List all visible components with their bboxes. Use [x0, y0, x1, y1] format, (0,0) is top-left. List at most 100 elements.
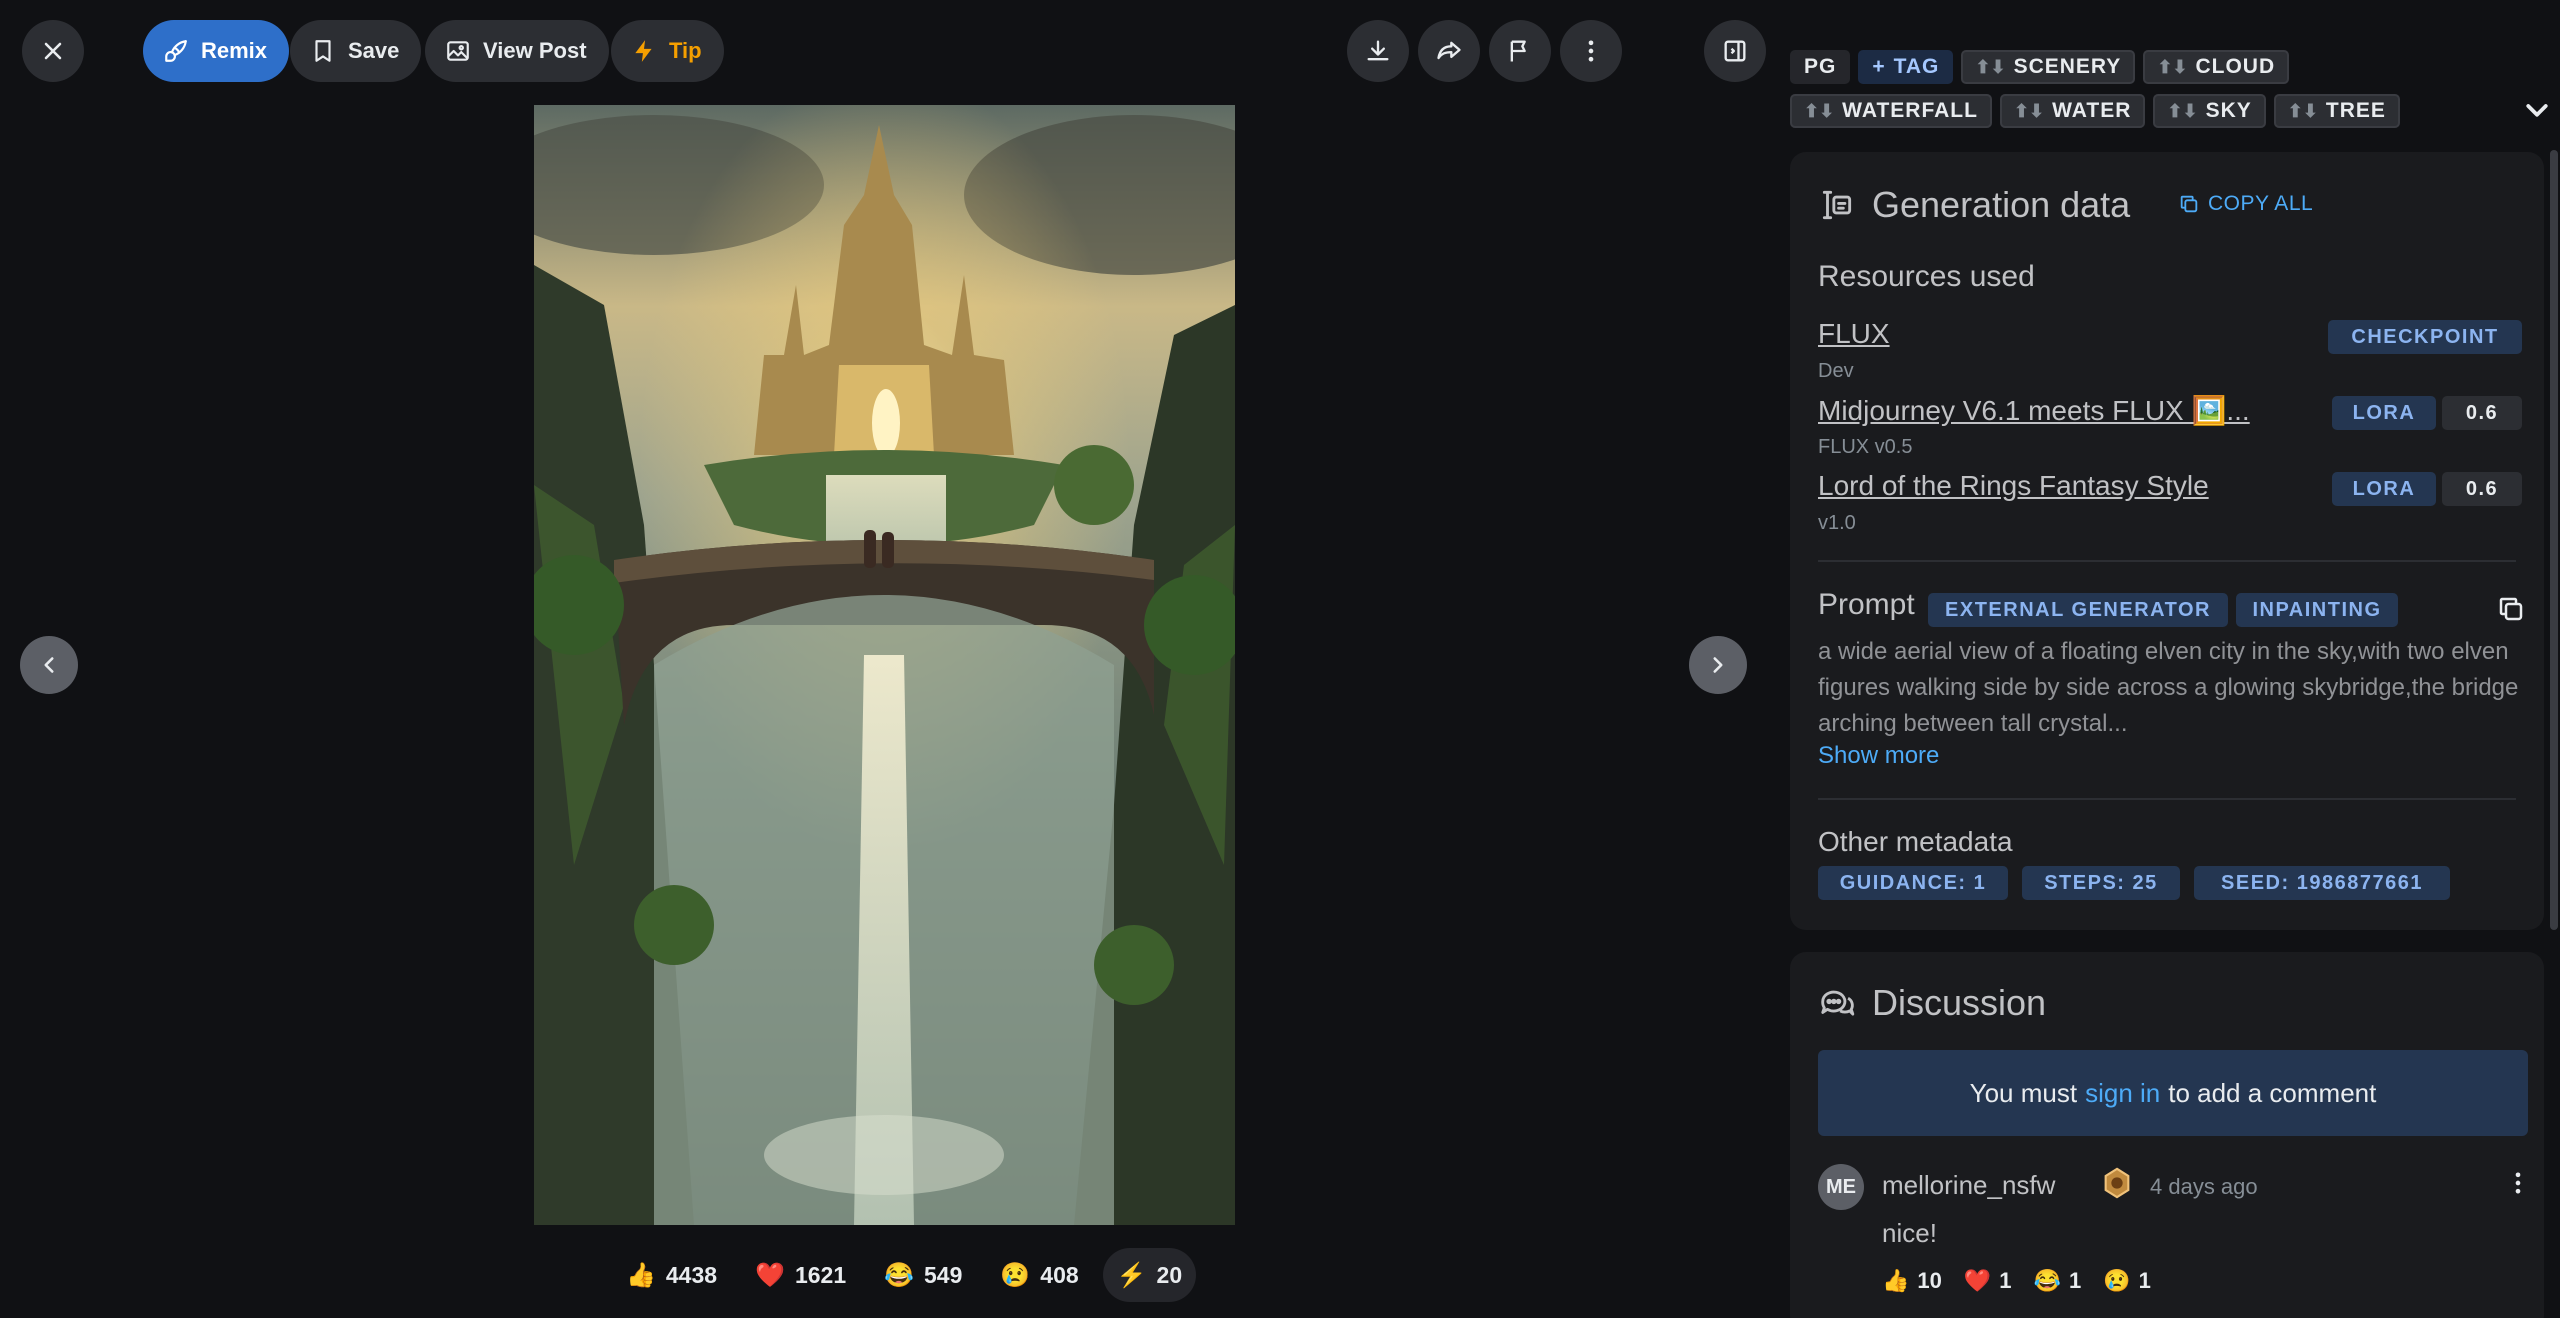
avatar[interactable]: ME — [1818, 1164, 1864, 1210]
divider — [1818, 560, 2516, 562]
plus-icon: + — [1872, 55, 1886, 78]
previous-image-button[interactable] — [20, 636, 78, 694]
resource-link[interactable]: FLUX — [1818, 318, 1890, 350]
flag-icon — [1510, 40, 1526, 62]
reaction-count: 10 — [1917, 1268, 1942, 1293]
resource-version: v1.0 — [1818, 512, 1856, 534]
vote-arrows-icon[interactable]: ⬆⬇ — [2288, 101, 2318, 122]
heart-icon: ❤️ — [755, 1261, 785, 1289]
vote-arrows-icon[interactable]: ⬆⬇ — [1804, 101, 1834, 122]
tag-label: TREE — [2325, 99, 2386, 122]
comment-reaction-like[interactable]: 👍 10 — [1882, 1268, 1942, 1294]
reaction-count: 1621 — [794, 1261, 847, 1288]
tag-chip[interactable]: ⬆⬇ SCENERY — [1961, 50, 2136, 84]
tag-label: CLOUD — [2195, 55, 2276, 78]
reaction-like[interactable]: 👍 4438 — [612, 1248, 731, 1302]
vote-arrows-icon[interactable]: ⬆⬇ — [1975, 57, 2005, 78]
comment-username[interactable]: mellorine_nsfw — [1882, 1170, 2055, 1201]
comment-reaction-heart[interactable]: ❤️ 1 — [1964, 1268, 2012, 1294]
resource-link[interactable]: Midjourney V6.1 meets FLUX 🖼️... — [1818, 394, 2250, 427]
prompt-heading: Prompt — [1818, 588, 1915, 621]
panel-scrollbar[interactable] — [2550, 150, 2558, 930]
sidebar-collapse-icon — [1724, 40, 1746, 62]
prompt-source-badge: EXTERNAL GENERATOR — [1928, 593, 2228, 627]
resource-type-badge: LORA — [2332, 396, 2436, 430]
prompt-type-badge: INPAINTING — [2236, 593, 2398, 627]
comment-reaction-laugh[interactable]: 😂 1 — [2034, 1268, 2082, 1294]
badge-icon — [2104, 1167, 2130, 1199]
reaction-count: 408 — [1040, 1261, 1079, 1288]
reaction-count: 1 — [1999, 1268, 2012, 1293]
thumbs-up-icon: 👍 — [626, 1261, 656, 1289]
divider — [1818, 798, 2516, 800]
share-button[interactable] — [1418, 20, 1480, 82]
metadata-badge: GUIDANCE: 1 — [1818, 866, 2008, 900]
bolt-icon: ⚡ — [1116, 1261, 1147, 1289]
vote-arrows-icon[interactable]: ⬆⬇ — [2014, 101, 2044, 122]
remix-button[interactable]: Remix — [143, 20, 290, 82]
other-metadata-heading: Other metadata — [1818, 826, 2013, 857]
tag-chip[interactable]: ⬆⬇ SKY — [2153, 94, 2266, 128]
more-options-button[interactable] — [1560, 20, 1622, 82]
copy-icon[interactable] — [2496, 594, 2526, 624]
tag-label: WATER — [2052, 99, 2132, 122]
bookmark-icon — [315, 40, 331, 62]
comment-reactions: 👍 10 ❤️ 1 😂 1 😢 1 — [1882, 1268, 2151, 1294]
copy-all-button[interactable]: COPY ALL — [2178, 192, 2313, 216]
share-icon — [1437, 41, 1461, 60]
tag-label: SCENERY — [2013, 55, 2122, 78]
next-image-button[interactable] — [1689, 636, 1747, 694]
thumbs-up-icon: 👍 — [1882, 1268, 1910, 1293]
reaction-heart[interactable]: ❤️ 1621 — [741, 1248, 860, 1302]
resources-heading: Resources used — [1818, 260, 2035, 293]
image-viewer: Remix Save View Post Tip 👍 4438 ❤️ 1621 … — [0, 0, 1770, 1318]
photo-icon — [447, 41, 469, 61]
dots-vertical-icon[interactable] — [2504, 1166, 2532, 1200]
tag-chip[interactable]: ⬆⬇ WATER — [1999, 94, 2146, 128]
comment-reaction-cry[interactable]: 😢 1 — [2103, 1268, 2151, 1294]
vote-arrows-icon[interactable]: ⬆⬇ — [2167, 101, 2197, 122]
close-button[interactable] — [22, 20, 84, 82]
resource-link[interactable]: Lord of the Rings Fantasy Style — [1818, 470, 2209, 502]
brush-icon — [165, 40, 187, 62]
comment-timestamp: 4 days ago — [2150, 1174, 2258, 1199]
resource-type-badge: LORA — [2332, 472, 2436, 506]
discussion-title: Discussion — [1818, 982, 2046, 1024]
chat-icon — [1821, 990, 1855, 1016]
chevron-left-icon — [44, 657, 54, 673]
reaction-buzz[interactable]: ⚡ 20 — [1102, 1248, 1197, 1302]
heart-icon: ❤️ — [1963, 1268, 1992, 1293]
tip-button[interactable]: Tip — [611, 20, 724, 82]
reaction-count: 1 — [2138, 1268, 2151, 1293]
vote-arrows-icon[interactable]: ⬆⬇ — [2157, 57, 2187, 78]
toggle-sidebar-button[interactable] — [1704, 20, 1766, 82]
copy-all-label: COPY ALL — [2208, 192, 2314, 215]
cry-icon: 😢 — [1000, 1261, 1031, 1289]
resource-type-badge: CHECKPOINT — [2328, 320, 2522, 354]
tag-chip[interactable]: ⬆⬇ CLOUD — [2143, 50, 2290, 84]
laugh-icon: 😂 — [884, 1261, 915, 1289]
dots-vertical-icon — [1588, 40, 1594, 62]
comment-body: nice! — [1882, 1218, 1937, 1248]
reaction-laugh[interactable]: 😂 549 — [870, 1248, 976, 1302]
signin-prompt: You must sign in to add a comment — [1818, 1050, 2528, 1136]
rating-badge: PG — [1790, 50, 1851, 84]
resource-weight-badge: 0.6 — [2442, 472, 2522, 506]
copy-icon — [2180, 195, 2198, 213]
report-button[interactable] — [1489, 20, 1551, 82]
prompt-text: a wide aerial view of a floating elven c… — [1818, 638, 2519, 737]
view-post-button[interactable]: View Post — [425, 20, 609, 82]
signin-prefix: You must — [1969, 1077, 2078, 1108]
tag-chip[interactable]: ⬆⬇ TREE — [2273, 94, 2400, 128]
save-button[interactable]: Save — [290, 20, 422, 82]
show-more-link[interactable]: Show more — [1818, 742, 1939, 770]
reaction-count: 549 — [924, 1261, 963, 1288]
tip-label: Tip — [669, 38, 702, 63]
chevron-right-icon — [1713, 657, 1723, 673]
download-button[interactable] — [1347, 20, 1409, 82]
signin-link[interactable]: sign in — [2085, 1078, 2160, 1109]
add-tag-button[interactable]: + TAG — [1858, 50, 1954, 84]
reaction-cry[interactable]: 😢 408 — [986, 1248, 1092, 1302]
chevron-down-icon[interactable] — [2522, 98, 2552, 124]
tag-chip[interactable]: ⬆⬇ WATERFALL — [1790, 94, 1992, 128]
